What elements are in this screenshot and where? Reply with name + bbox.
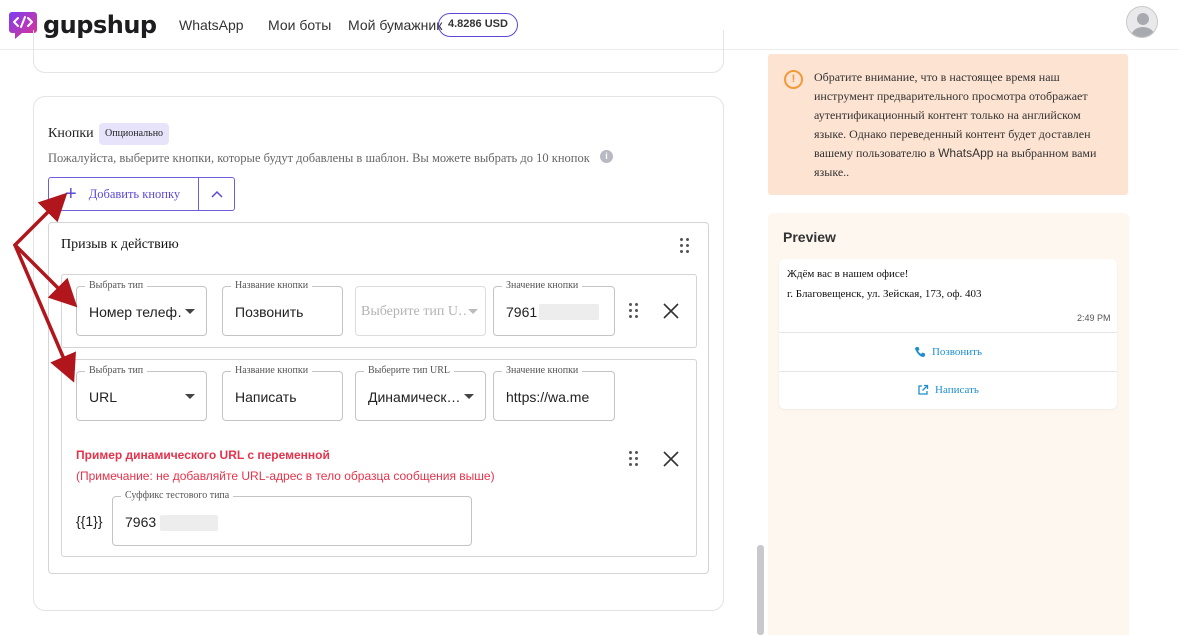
field-value: Позвонить — [235, 304, 304, 320]
field-placeholder: Выберите тип U… — [361, 304, 469, 319]
caret-down-icon — [464, 394, 474, 399]
redacted-mask — [539, 304, 599, 320]
warning-icon: ! — [784, 70, 803, 89]
field-label: Значение кнопки — [502, 280, 583, 292]
notice-text: Обратите внимание, что в настоящее время… — [814, 68, 1114, 182]
plus-icon: + — [65, 183, 77, 205]
external-link-icon — [918, 384, 929, 395]
caret-down-icon — [468, 309, 478, 314]
row1-url-type-select[interactable]: Выберите тип U… — [355, 286, 486, 336]
user-icon — [1131, 13, 1155, 37]
caret-down-icon — [185, 394, 195, 399]
field-label: Значение кнопки — [502, 365, 583, 377]
drag-handle-icon[interactable] — [629, 303, 641, 319]
add-button-dropdown[interactable] — [199, 178, 234, 210]
field-label: Выберите тип URL — [364, 365, 455, 377]
message-line-1: Ждём вас в нашем офисе! — [787, 268, 909, 280]
call-to-action-title: Призыв к действию — [61, 237, 179, 252]
field-value: 7961 — [506, 304, 538, 320]
previous-section-card — [33, 30, 724, 73]
divider — [779, 332, 1117, 333]
preview-call-label: Позвонить — [931, 346, 982, 358]
preview-url-label: Написать — [935, 384, 979, 396]
optional-badge: Опционально — [99, 123, 170, 145]
field-value: 7963 — [125, 514, 157, 530]
chevron-up-icon — [210, 190, 223, 198]
add-button-split: + Добавить кнопку — [48, 177, 235, 211]
dynamic-url-title: Пример динамического URL с переменной — [76, 448, 330, 462]
language-notice: ! Обратите внимание, что в настоящее вре… — [768, 54, 1128, 195]
row2-name-input[interactable]: Название кнопки Написать — [222, 365, 343, 421]
field-label: Выбрать тип — [85, 280, 148, 292]
info-icon[interactable]: i — [600, 150, 613, 163]
buttons-section-title: Кнопки — [48, 126, 94, 141]
field-label: Суффикс тестового типа — [121, 490, 234, 502]
page-scrollbar[interactable] — [757, 545, 764, 635]
redacted-mask — [160, 515, 218, 531]
row1-name-input[interactable]: Название кнопки Позвонить — [222, 280, 343, 336]
row2-url-type-select[interactable]: Выберите тип URL Динамическ… — [355, 365, 486, 421]
user-avatar[interactable] — [1126, 6, 1158, 38]
preview-url-button[interactable]: Написать — [779, 380, 1117, 400]
variable-placeholder: {{1}} — [76, 513, 103, 529]
field-value: Написать — [235, 389, 297, 405]
close-icon[interactable] — [662, 450, 680, 468]
preview-call-button[interactable]: Позвонить — [779, 342, 1117, 362]
row1-value-input[interactable]: Значение кнопки 7961 — [493, 280, 615, 336]
message-time: 2:49 PM — [1077, 313, 1111, 323]
caret-down-icon — [185, 309, 195, 314]
field-label: Выбрать тип — [85, 365, 148, 377]
field-value: URL — [89, 389, 118, 405]
add-button[interactable]: + Добавить кнопку — [49, 178, 199, 210]
drag-handle-icon[interactable] — [680, 238, 692, 254]
field-value: Динамическ… — [368, 389, 460, 405]
row2-type-select[interactable]: Выбрать тип URL — [76, 365, 207, 421]
row2-value-input[interactable]: Значение кнопки https://wa.me — [493, 365, 615, 421]
field-label: Название кнопки — [231, 280, 313, 292]
field-label: Название кнопки — [231, 365, 313, 377]
close-icon[interactable] — [662, 302, 680, 320]
notice-brand: WhatsApp — [938, 146, 994, 160]
dynamic-url-note: (Примечание: не добавляйте URL-адрес в т… — [76, 469, 495, 483]
preview-title: Preview — [783, 229, 836, 245]
divider — [779, 371, 1117, 372]
buttons-hint: Пожалуйста, выберите кнопки, которые буд… — [48, 151, 590, 165]
suffix-input[interactable]: Суффикс тестового типа 7963 — [112, 490, 472, 546]
add-button-label: Добавить кнопку — [88, 186, 181, 201]
phone-icon — [914, 347, 925, 357]
drag-handle-icon[interactable] — [629, 451, 641, 467]
row1-type-select[interactable]: Выбрать тип Номер телеф… — [76, 280, 207, 336]
field-value: https://wa.me — [506, 389, 590, 405]
field-value: Номер телеф… — [89, 304, 181, 320]
message-line-2: г. Благовещенск, ул. Зейская, 173, оф. 4… — [787, 288, 982, 300]
